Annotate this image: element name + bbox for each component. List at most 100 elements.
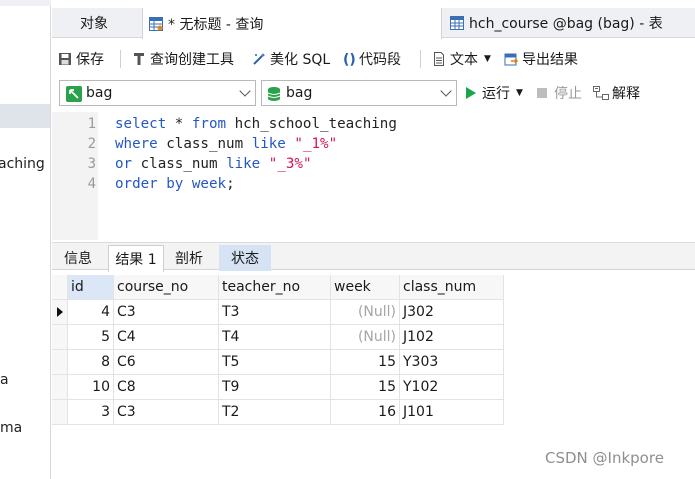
table-cell[interactable]: J302 [400,300,504,325]
magic-wand-icon [252,52,266,66]
beautify-sql-button[interactable]: 美化 SQL [252,42,330,76]
table-cell[interactable]: (Null) [331,300,400,325]
query-toolbar: 保存 查询创建工具 美化 SQL () 代码段 文本 ▼ 导出结果 [52,42,695,76]
row-indicator[interactable] [52,300,68,325]
code-line-2: where class_num like "_1%" [115,136,338,152]
grid-corner [52,275,68,300]
database-select-value: bag [286,85,313,101]
result-grid[interactable]: id course_no teacher_no week class_num 4… [52,275,695,475]
tab-info[interactable]: 信息 [54,245,102,271]
object-sidebar: aching a ma [0,0,51,479]
tab-label: 结果 1 [115,252,157,268]
connection-icon [66,86,82,102]
tab-label: 状态 [231,251,259,267]
document-tab-strip: 对象 * 无标题 - 查询 hch_course @bag (bag) - 表 [52,8,695,39]
table-cell[interactable]: 3 [68,400,114,425]
export-results-button[interactable]: 导出结果 [504,42,578,76]
beautify-sql-label: 美化 SQL [270,52,331,68]
table-cell[interactable]: C3 [114,400,219,425]
run-button[interactable]: 运行 ▼ [466,78,523,108]
tab-result-1[interactable]: 结果 1 [108,245,164,272]
sidebar-item-label[interactable]: aching [0,156,45,172]
tab-hch-course-table[interactable]: hch_course @bag (bag) - 表 [450,8,695,38]
table-cell[interactable]: C4 [114,325,219,350]
table-cell[interactable]: J101 [400,400,504,425]
line-number: 3 [87,156,96,172]
sql-editor[interactable]: 1 2 3 4 select * from hch_school_teachin… [52,112,695,240]
tab-objects[interactable]: 对象 [80,8,142,38]
tab-untitled-query[interactable]: * 无标题 - 查询 [142,8,442,39]
column-header-class-num[interactable]: class_num [400,275,504,300]
table-cell[interactable]: 15 [331,350,400,375]
column-header-id[interactable]: id [68,275,114,300]
row-indicator[interactable] [52,375,68,400]
table-cell[interactable]: T3 [219,300,331,325]
stop-icon [537,88,547,98]
code-snippet-button[interactable]: () 代码段 [343,42,401,76]
run-label: 运行 [482,86,510,102]
explain-label: 解释 [612,86,640,102]
table-cell[interactable]: T9 [219,375,331,400]
chevron-down-icon [440,85,452,97]
query-builder-label: 查询创建工具 [150,52,234,68]
stop-label: 停止 [554,86,582,102]
connection-select-value: bag [86,85,113,101]
toolbar-divider [120,50,121,68]
tab-label: 信息 [64,251,92,267]
sidebar-item-label[interactable]: a [0,372,9,388]
line-number: 4 [87,176,96,192]
line-number-gutter: 1 2 3 4 [52,112,98,240]
sidebar-selected-item[interactable] [0,104,50,128]
query-builder-icon [132,52,146,66]
table-cell[interactable]: 5 [68,325,114,350]
save-icon [58,52,72,66]
explain-icon [593,86,609,100]
toolbar-divider [420,50,421,68]
column-header-teacher-no[interactable]: teacher_no [219,275,331,300]
line-number: 1 [87,116,96,132]
column-header-week[interactable]: week [331,275,400,300]
table-cell[interactable]: T5 [219,350,331,375]
table-cell[interactable]: C8 [114,375,219,400]
table-cell[interactable]: T2 [219,400,331,425]
connection-select[interactable]: bag [59,80,256,106]
export-icon [504,52,519,66]
tab-label: 剖析 [175,251,203,267]
table-cell[interactable]: Y102 [400,375,504,400]
sidebar-item-label[interactable]: ma [0,420,22,436]
watermark: CSDN @Inkpore [545,449,664,467]
table-cell[interactable]: Y303 [400,350,504,375]
column-header-course-no[interactable]: course_no [114,275,219,300]
table-cell[interactable]: 10 [68,375,114,400]
code-line-1: select * from hch_school_teaching [115,116,397,132]
table-cell[interactable]: 16 [331,400,400,425]
row-indicator[interactable] [52,350,68,375]
row-indicator[interactable] [52,325,68,350]
save-label: 保存 [76,52,104,68]
line-number: 2 [87,136,96,152]
table-cell[interactable]: C3 [114,300,219,325]
dropdown-arrow-icon: ▼ [516,88,523,98]
table-cell[interactable]: (Null) [331,325,400,350]
text-menu-button[interactable]: 文本 ▼ [432,42,491,76]
table-cell[interactable]: 4 [68,300,114,325]
stop-button[interactable]: 停止 [537,78,582,108]
row-indicator[interactable] [52,400,68,425]
table-cell[interactable]: T4 [219,325,331,350]
query-builder-button[interactable]: 查询创建工具 [132,42,234,76]
export-results-label: 导出结果 [522,52,578,68]
tab-label: 对象 [80,16,108,32]
tab-status[interactable]: 状态 [219,245,271,271]
database-select[interactable]: bag [261,80,457,106]
save-button[interactable]: 保存 [58,42,104,76]
result-tab-strip: 信息 结果 1 剖析 状态 [52,242,695,272]
table-cell[interactable]: J102 [400,325,504,350]
tab-label: hch_course @bag (bag) - 表 [469,16,663,32]
sidebar-top-strip [0,0,51,6]
table-cell[interactable]: 8 [68,350,114,375]
table-cell[interactable]: 15 [331,375,400,400]
table-cell[interactable]: C6 [114,350,219,375]
code-line-4: order by week; [115,176,235,192]
tab-profile[interactable]: 剖析 [165,245,213,271]
explain-button[interactable]: 解释 [593,78,640,108]
